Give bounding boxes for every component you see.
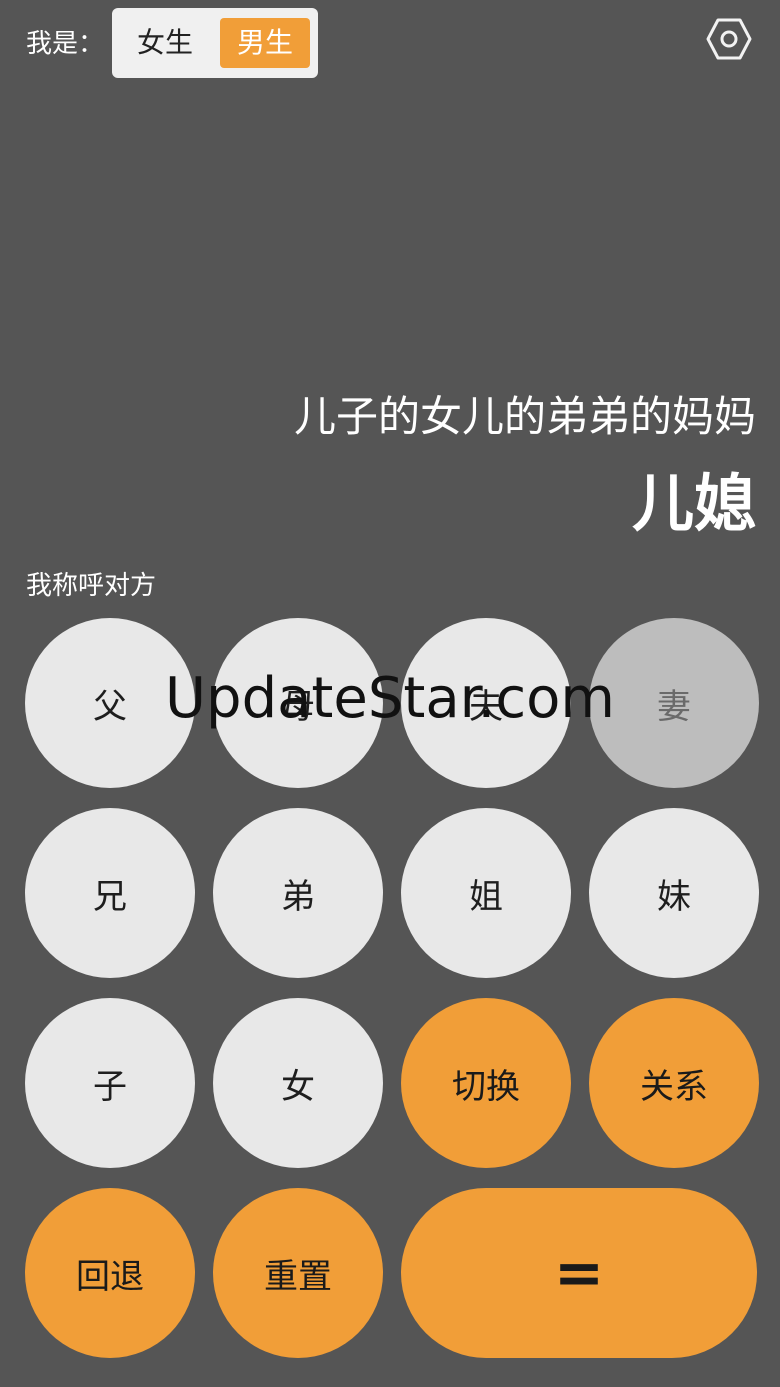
relation-result: 儿媳 <box>631 467 756 540</box>
switch-button[interactable]: 切换 <box>401 998 571 1168</box>
key-mother[interactable]: 母 <box>213 618 383 788</box>
key-wife[interactable]: 妻 <box>589 618 759 788</box>
mode-label: 我称呼对方 <box>26 571 157 601</box>
key-husband[interactable]: 夫 <box>401 618 571 788</box>
equals-button[interactable]: = <box>401 1188 757 1358</box>
gender-toggle: 女生 男生 <box>112 8 318 78</box>
key-son[interactable]: 子 <box>25 998 195 1168</box>
settings-button[interactable] <box>702 12 756 66</box>
me-label: 我是： <box>26 29 105 59</box>
settings-hexagon-icon <box>706 18 752 60</box>
relation-button[interactable]: 关系 <box>589 998 759 1168</box>
key-younger-brother[interactable]: 弟 <box>213 808 383 978</box>
reset-button[interactable]: 重置 <box>213 1188 383 1358</box>
key-younger-sister[interactable]: 妹 <box>589 808 759 978</box>
key-daughter[interactable]: 女 <box>213 998 383 1168</box>
key-elder-sister[interactable]: 姐 <box>401 808 571 978</box>
key-elder-brother[interactable]: 兄 <box>25 808 195 978</box>
back-button[interactable]: 回退 <box>25 1188 195 1358</box>
gender-male-option[interactable]: 男生 <box>220 18 310 68</box>
relation-expression: 儿子的女儿的弟弟的妈妈 <box>293 392 756 441</box>
gender-female-option[interactable]: 女生 <box>120 18 210 68</box>
key-father[interactable]: 父 <box>25 618 195 788</box>
top-bar: 我是： 女生 男生 <box>0 0 780 90</box>
